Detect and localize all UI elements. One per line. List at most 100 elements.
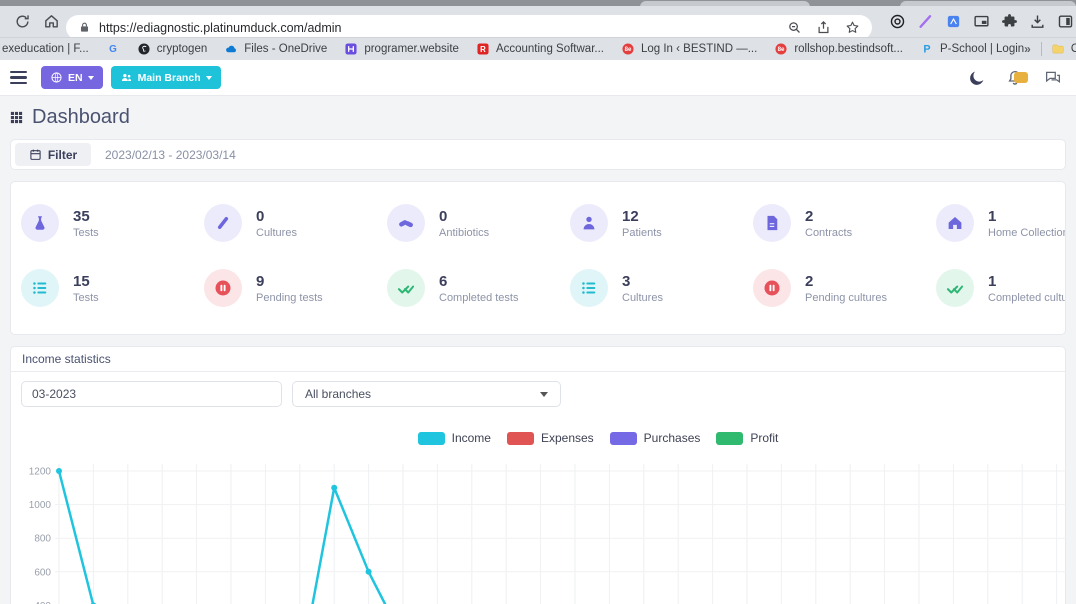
dashboard-grid-icon: [9, 110, 24, 125]
notification-badge: [1014, 72, 1028, 83]
home-icon: [936, 204, 974, 242]
bookmark-item[interactable]: Files - OneDrive: [224, 42, 327, 56]
stat-label: Home Collection: [988, 227, 1066, 239]
onedrive-icon: [224, 42, 238, 56]
stat-label: Cultures: [256, 227, 297, 239]
dark-mode-toggle[interactable]: [968, 69, 986, 87]
bookmark-item[interactable]: 8erollshop.bestindsoft...: [774, 42, 903, 56]
chevron-down-icon: [540, 392, 548, 397]
bookmark-item[interactable]: PP-School | Login: [920, 42, 1024, 56]
stats-card: 35Tests0Cultures0Antibiotics12Patients2C…: [10, 181, 1066, 335]
bookmark-item[interactable]: G: [106, 42, 120, 56]
income-chart[interactable]: 12001000800600400: [11, 451, 1067, 604]
divider: [11, 371, 1065, 372]
stat-label: Antibiotics: [439, 227, 489, 239]
zoom-icon[interactable]: [787, 20, 802, 35]
stat-card-pending-cultures: 2 Pending cultures: [753, 269, 936, 307]
chat-icon[interactable]: [1044, 69, 1062, 87]
reload-icon[interactable]: [14, 13, 31, 30]
stat-card-patients: 12 Patients: [570, 204, 753, 242]
check-double-icon: [936, 269, 974, 307]
legend-item-purchases[interactable]: Purchases: [610, 431, 701, 445]
stat-card-home-collection: 1 Home Collection: [936, 204, 1066, 242]
stat-label: Patients: [622, 227, 662, 239]
filter-button[interactable]: Filter: [15, 143, 91, 166]
browser-toolbar: https://ediagnostic.platinumduck.com/adm…: [0, 6, 1076, 37]
contract-icon: [753, 204, 791, 242]
stat-value: 15: [73, 273, 99, 290]
browser-window: https://ediagnostic.platinumduck.com/adm…: [0, 0, 1076, 604]
url-text[interactable]: https://ediagnostic.platinumduck.com/adm…: [99, 21, 342, 35]
bookmark-label: Accounting Softwar...: [496, 43, 604, 55]
bestind-icon: 8e: [621, 42, 635, 56]
stat-card-completed-cultures: 1Completed cultures: [936, 269, 1066, 307]
stat-value: 1: [988, 273, 1066, 290]
bookmarks-bar: exeducation | F... Gcryptogen Files - OneD…: [0, 37, 1076, 60]
bookmark-item[interactable]: 8eLog In ‹ BESTIND —...: [621, 42, 757, 56]
stat-card-pending-tests: 9 Pending tests: [204, 269, 387, 307]
share-icon[interactable]: [816, 20, 831, 35]
stat-value: 1: [988, 208, 1066, 225]
stat-value: 9: [256, 273, 323, 290]
stat-value: 2: [805, 273, 887, 290]
income-statistics-card: Income statistics All branches Income Exp…: [10, 346, 1066, 604]
stat-value: 3: [622, 273, 663, 290]
pause-icon: [753, 269, 791, 307]
legend-item-expenses[interactable]: Expenses: [507, 431, 594, 445]
legend-label: Income: [452, 431, 491, 445]
bookmark-item[interactable]: cryptogen: [137, 42, 208, 56]
svg-text:800: 800: [34, 534, 51, 545]
stat-card-cultures: 0Cultures: [204, 204, 387, 242]
home-icon[interactable]: [43, 13, 60, 30]
bookmark-label: cryptogen: [157, 43, 208, 55]
extension-swirl-icon[interactable]: [889, 13, 906, 30]
svg-text:600: 600: [34, 567, 51, 578]
legend-swatch: [418, 432, 445, 445]
calendar-icon: [29, 148, 42, 161]
pschool-icon: P: [920, 42, 934, 56]
stat-label: Pending cultures: [805, 292, 887, 304]
stat-value: 6: [439, 273, 518, 290]
bookmark-label: programer.website: [364, 43, 459, 55]
legend-swatch: [507, 432, 534, 445]
pause-icon: [204, 269, 242, 307]
bookmark-item[interactable]: RAccounting Softwar...: [476, 42, 604, 56]
side-panel-icon[interactable]: [1057, 13, 1074, 30]
menu-hamburger-icon[interactable]: [10, 71, 27, 84]
notifications-bell-icon[interactable]: [1006, 69, 1024, 87]
picture-in-picture-icon[interactable]: [973, 13, 990, 30]
pen-extension-icon[interactable]: [917, 13, 934, 30]
language-dropdown-button[interactable]: EN: [41, 66, 103, 89]
stat-card-tests: 35Tests: [21, 204, 204, 242]
income-section-title: Income statistics: [22, 352, 111, 366]
legend-item-income[interactable]: Income: [418, 431, 491, 445]
stat-value: 12: [622, 208, 662, 225]
legend-label: Profit: [750, 431, 778, 445]
stat-value: 0: [439, 208, 489, 225]
month-input[interactable]: [21, 381, 282, 407]
downloads-icon[interactable]: [1029, 13, 1046, 30]
check-double-icon: [387, 269, 425, 307]
list-icon: [21, 269, 59, 307]
date-range-input[interactable]: [91, 140, 1051, 169]
legend-item-profit[interactable]: Profit: [716, 431, 778, 445]
stat-label: Pending tests: [256, 292, 323, 304]
legend-swatch: [610, 432, 637, 445]
bookmark-star-icon[interactable]: [845, 20, 860, 35]
legend-label: Expenses: [541, 431, 594, 445]
chevron-down-icon: [206, 76, 212, 80]
folder-icon: [1051, 42, 1065, 56]
extensions-puzzle-icon[interactable]: [1001, 13, 1018, 30]
branch-select[interactable]: All branches: [292, 381, 561, 407]
other-bookmarks-label: Othe: [1071, 43, 1076, 55]
stat-card-cultures: 3Cultures: [570, 269, 753, 307]
bookmarks-overflow-icon[interactable]: »: [1024, 42, 1032, 56]
translate-extension-icon[interactable]: [945, 13, 962, 30]
bookmark-item[interactable]: programer.website: [344, 42, 459, 56]
other-bookmarks-folder[interactable]: Othe: [1051, 42, 1076, 56]
divider: [1041, 42, 1042, 56]
bookmark-label: exeducation | F...: [2, 43, 89, 55]
bookmark-item[interactable]: exeducation | F...: [2, 43, 89, 55]
stat-card-contracts: 2Contracts: [753, 204, 936, 242]
branch-dropdown-button[interactable]: Main Branch: [111, 66, 221, 89]
